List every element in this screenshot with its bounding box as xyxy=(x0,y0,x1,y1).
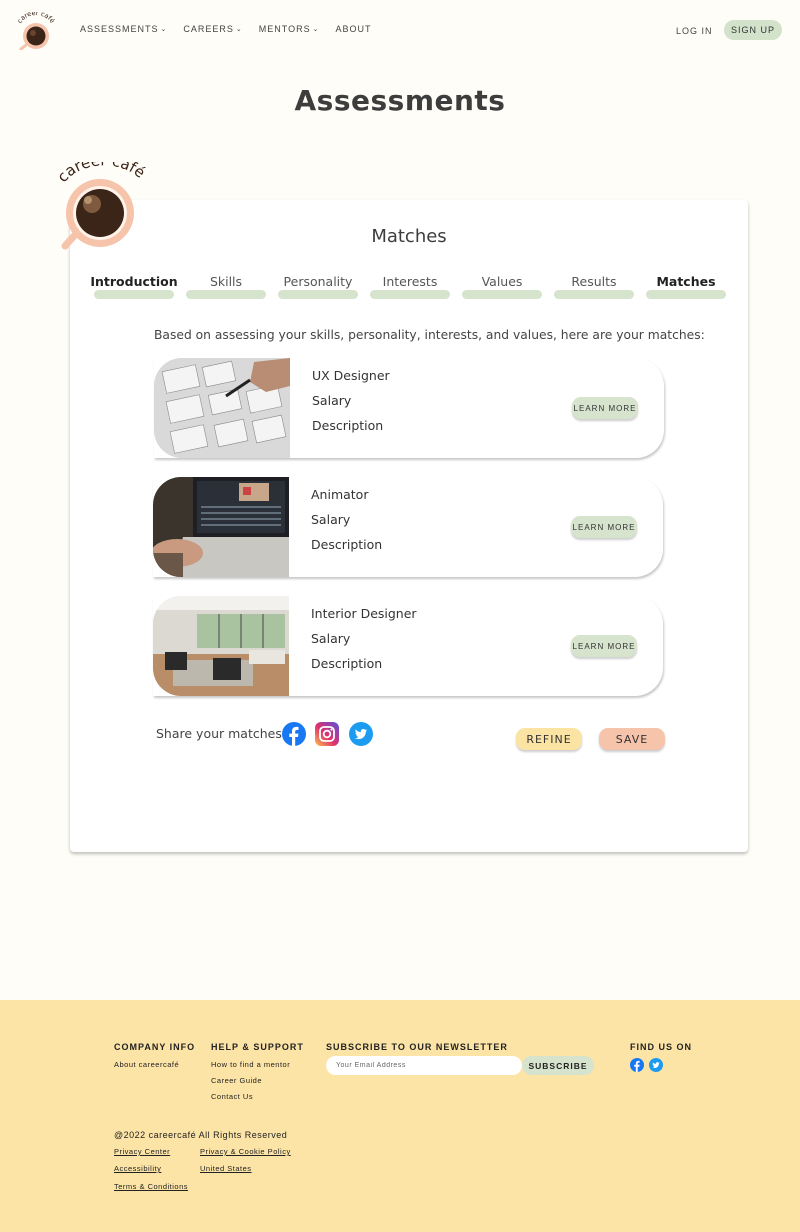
match-description: Description xyxy=(311,537,383,552)
step-bar xyxy=(370,290,450,299)
nav-careers[interactable]: CAREERS ⌄ xyxy=(183,24,242,34)
twitter-icon[interactable] xyxy=(349,722,373,746)
save-button[interactable]: SAVE xyxy=(599,728,665,750)
match-info: UX Designer Salary Description xyxy=(290,358,390,458)
nav-assessments[interactable]: ASSESSMENTS ⌄ xyxy=(80,24,167,34)
refine-button[interactable]: REFINE xyxy=(516,728,582,750)
page-title: Assessments xyxy=(294,84,506,117)
step-label: Personality xyxy=(283,274,353,289)
footer-link-mentor[interactable]: How to find a mentor xyxy=(211,1060,290,1069)
learn-more-button[interactable]: LEARN MORE xyxy=(572,397,638,419)
site-header: career café ASSESSMENTS ⌄ CAREERS ⌄ MENTOR… xyxy=(0,0,800,60)
match-title: Animator xyxy=(311,487,369,502)
nav-about[interactable]: ABOUT xyxy=(336,24,372,34)
chevron-down-icon: ⌄ xyxy=(235,26,243,33)
step-bar xyxy=(278,290,358,299)
footer-link-about[interactable]: About careercafé xyxy=(114,1060,179,1069)
step-skills[interactable]: Skills xyxy=(186,274,266,299)
logo[interactable]: career café xyxy=(14,12,58,50)
email-input[interactable] xyxy=(326,1056,522,1075)
nav-mentors[interactable]: MENTORS ⌄ xyxy=(259,24,320,34)
intro-text: Based on assessing your skills, personal… xyxy=(154,328,705,342)
progress-steps: Introduction Skills Personality Interest… xyxy=(90,274,726,299)
nav-label: CAREERS xyxy=(183,24,234,34)
facebook-icon[interactable] xyxy=(282,722,306,746)
step-bar xyxy=(646,290,726,299)
step-label: Results xyxy=(571,274,617,289)
match-card-animator: Animator Salary Description LEARN MORE xyxy=(153,477,663,577)
step-personality[interactable]: Personality xyxy=(278,274,358,299)
footer-link-accessibility[interactable]: Accessibility xyxy=(114,1164,161,1173)
footer-link-career-guide[interactable]: Career Guide xyxy=(211,1076,262,1085)
footer-heading-company: COMPANY INFO xyxy=(114,1042,196,1052)
match-card-interior-designer: Interior Designer Salary Description LEA… xyxy=(153,596,663,696)
match-salary: Salary xyxy=(312,393,352,408)
card-title: Matches xyxy=(371,226,447,247)
step-bar xyxy=(186,290,266,299)
step-bar xyxy=(94,290,174,299)
footer-link-region[interactable]: United States xyxy=(200,1164,252,1173)
chevron-down-icon: ⌄ xyxy=(312,26,320,33)
step-label: Introduction xyxy=(90,274,178,289)
share-label: Share your matches xyxy=(156,726,282,741)
nav-label: ABOUT xyxy=(335,24,372,34)
footer-link-terms[interactable]: Terms & Conditions xyxy=(114,1182,188,1191)
step-bar xyxy=(462,290,542,299)
interior-designer-image xyxy=(153,596,289,696)
match-title: Interior Designer xyxy=(311,606,417,621)
footer-link-privacy-center[interactable]: Privacy Center xyxy=(114,1147,170,1156)
step-label: Matches xyxy=(656,274,716,289)
instagram-icon[interactable] xyxy=(315,722,339,746)
svg-text:career café: career café xyxy=(16,12,57,25)
chevron-down-icon: ⌄ xyxy=(160,26,168,33)
match-title: UX Designer xyxy=(312,368,390,383)
nav-label: ASSESSMENTS xyxy=(80,24,159,34)
footer-heading-help: HELP & SUPPORT xyxy=(211,1042,304,1052)
match-card-ux-designer: UX Designer Salary Description LEARN MOR… xyxy=(154,358,664,458)
learn-more-button[interactable]: LEARN MORE xyxy=(571,635,637,657)
match-salary: Salary xyxy=(311,512,351,527)
ux-designer-image xyxy=(154,358,290,458)
footer-heading-newsletter: SUBSCRIBE TO OUR NEWSLETTER xyxy=(326,1042,508,1052)
copyright: @2022 careercafé All Rights Reserved xyxy=(114,1130,288,1140)
step-matches[interactable]: Matches xyxy=(646,274,726,299)
login-link[interactable]: LOG IN xyxy=(676,26,713,36)
match-description: Description xyxy=(312,418,384,433)
footer-link-contact[interactable]: Contact Us xyxy=(211,1092,253,1101)
site-footer: COMPANY INFO About careercafé HELP & SUP… xyxy=(0,1000,800,1232)
animator-image xyxy=(153,477,289,577)
logo-large: career café xyxy=(54,162,149,250)
nav-label: MENTORS xyxy=(258,24,311,34)
twitter-icon[interactable] xyxy=(649,1058,663,1072)
match-info: Animator Salary Description xyxy=(289,477,382,577)
matches-card: Matches Introduction Skills Personality … xyxy=(70,200,748,852)
step-introduction[interactable]: Introduction xyxy=(90,274,178,299)
subscribe-button[interactable]: SUBSCRIBE xyxy=(522,1056,594,1075)
match-salary: Salary xyxy=(311,631,351,646)
step-label: Skills xyxy=(209,274,243,289)
signup-button[interactable]: SIGN UP xyxy=(724,20,782,40)
footer-link-privacy-cookie[interactable]: Privacy & Cookie Policy xyxy=(200,1147,291,1156)
main-nav: ASSESSMENTS ⌄ CAREERS ⌄ MENTORS ⌄ ABOUT xyxy=(80,24,372,34)
step-results[interactable]: Results xyxy=(554,274,634,299)
facebook-icon[interactable] xyxy=(630,1058,644,1072)
match-description: Description xyxy=(311,656,383,671)
step-interests[interactable]: Interests xyxy=(370,274,450,299)
step-bar xyxy=(554,290,634,299)
step-label: Interests xyxy=(382,274,438,289)
step-values[interactable]: Values xyxy=(462,274,542,299)
step-label: Values xyxy=(481,274,523,289)
footer-heading-find: FIND US ON xyxy=(630,1042,693,1052)
learn-more-button[interactable]: LEARN MORE xyxy=(571,516,637,538)
match-info: Interior Designer Salary Description xyxy=(289,596,417,696)
